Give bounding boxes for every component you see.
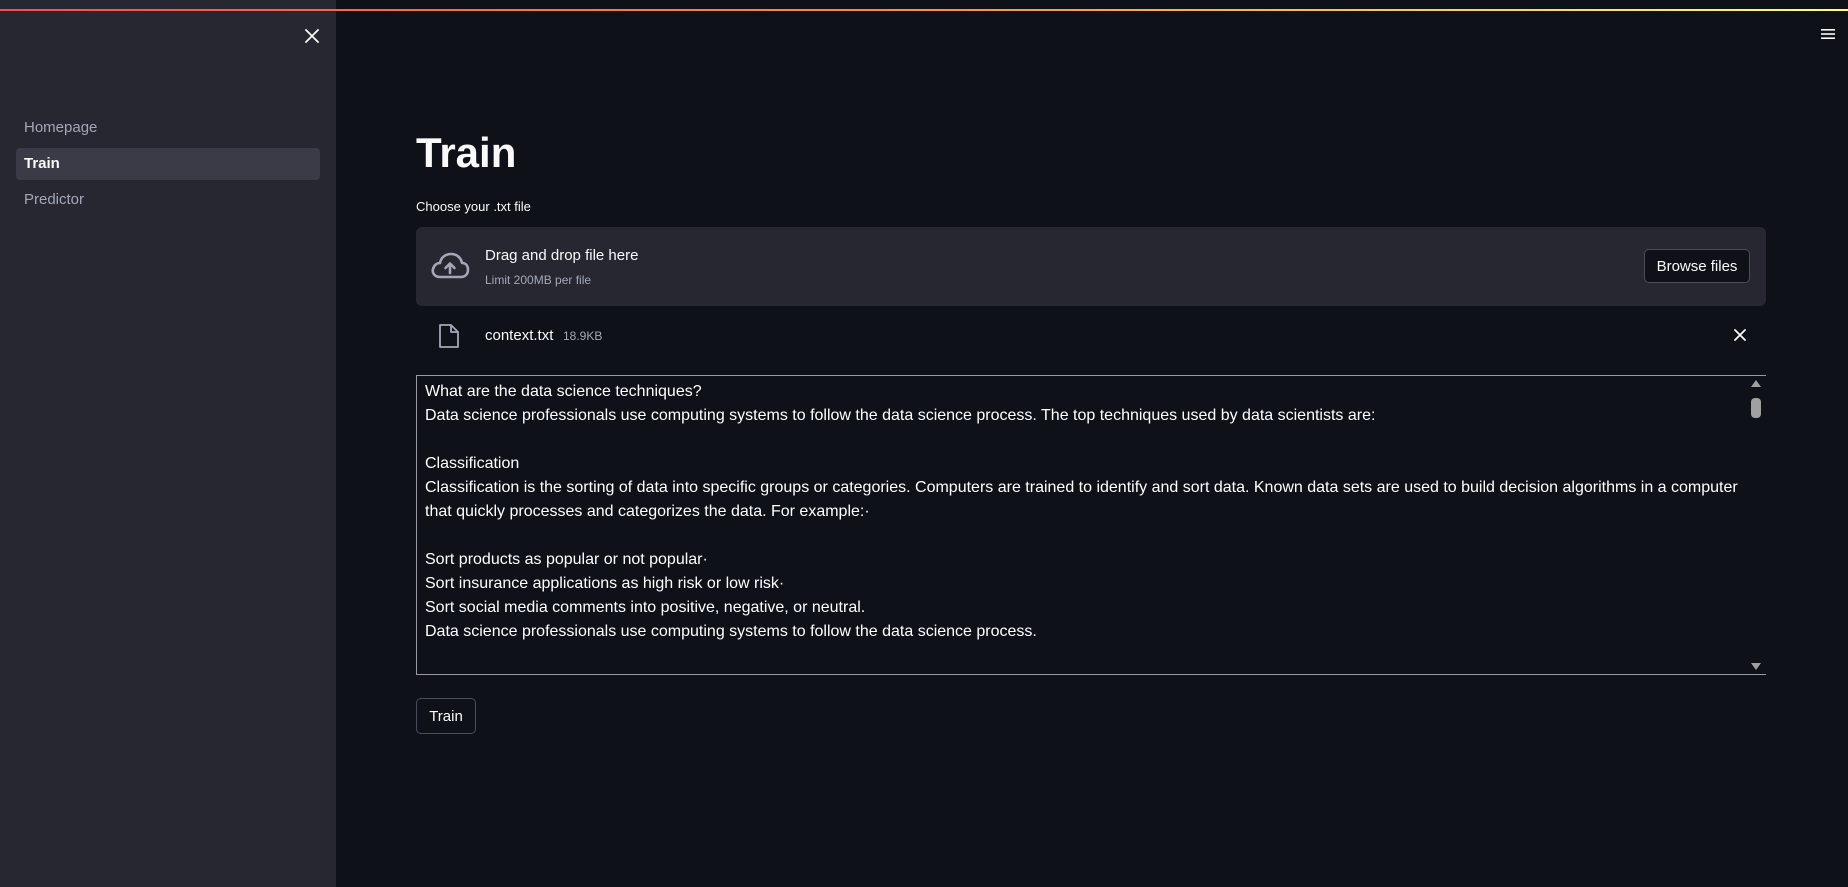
context-textarea[interactable]: What are the data science techniques? Da… [416, 375, 1766, 675]
file-icon [439, 324, 459, 348]
page-title: Train [416, 129, 517, 176]
file-uploader-label: Choose your .txt file [416, 199, 531, 214]
file-dropzone[interactable]: Drag and drop file here Limit 200MB per … [416, 227, 1766, 306]
browse-files-button[interactable]: Browse files [1644, 249, 1750, 283]
dropzone-title: Drag and drop file here [485, 247, 639, 264]
scroll-up-arrow-icon[interactable] [1751, 380, 1761, 387]
sidebar-item-homepage[interactable]: Homepage [16, 112, 320, 144]
sidebar-item-predictor[interactable]: Predictor [16, 184, 320, 216]
file-name: context.txt [485, 327, 554, 344]
scroll-down-arrow-icon[interactable] [1751, 663, 1761, 670]
remove-file-button[interactable] [1730, 325, 1750, 345]
sidebar-nav: Homepage Train Predictor [16, 112, 320, 220]
textarea-scrollbar[interactable] [1747, 376, 1766, 674]
close-icon [1734, 329, 1746, 341]
main-content: Train Choose your .txt file Drag and dro… [416, 0, 1766, 887]
train-button[interactable]: Train [416, 698, 476, 734]
sidebar-item-train[interactable]: Train [16, 148, 320, 180]
top-decoration-bar [0, 0, 1848, 12]
file-size: 18.9KB [563, 329, 603, 343]
context-textarea-content[interactable]: What are the data science techniques? Da… [425, 380, 1745, 670]
close-icon [305, 29, 319, 43]
hamburger-menu-icon [1821, 29, 1835, 39]
cloud-upload-icon [431, 252, 470, 279]
sidebar-close-button[interactable] [300, 24, 324, 48]
top-gradient-stripe [0, 9, 1848, 11]
uploaded-file-row: context.txt 18.9KB [416, 316, 1766, 356]
dropzone-limit: Limit 200MB per file [485, 273, 592, 287]
sidebar: Homepage Train Predictor [0, 0, 336, 887]
main-menu-button[interactable] [1820, 26, 1836, 42]
scroll-thumb[interactable] [1751, 398, 1761, 418]
